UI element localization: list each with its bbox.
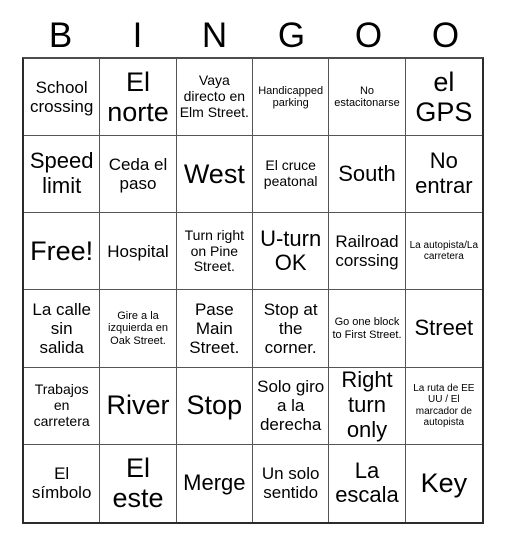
bingo-cell-r1-c2[interactable]: West xyxy=(176,136,253,214)
bingo-cell-r5-c5[interactable]: Key xyxy=(406,445,482,522)
bingo-cell-r1-c4[interactable]: South xyxy=(329,136,406,214)
bingo-cell-r3-c4[interactable]: Go one block to First Street. xyxy=(329,290,406,368)
bingo-cell-r0-c5[interactable]: el GPS xyxy=(405,59,482,137)
bingo-cell-r3-c1[interactable]: Gire a la izquierda en Oak Street. xyxy=(100,290,177,368)
bingo-cell-r1-c5[interactable]: No entrar xyxy=(405,136,482,214)
bingo-header-letter-1: I xyxy=(132,16,143,55)
bingo-cell-r4-c4[interactable]: Right turn only xyxy=(329,367,406,445)
bingo-cell-r3-c0[interactable]: La calle sin salida xyxy=(24,290,101,368)
bingo-cell-r5-c0[interactable]: El símbolo xyxy=(24,444,101,522)
bingo-cell-r2-c3[interactable]: U-turn OK xyxy=(253,213,330,291)
bingo-cell-r5-c2[interactable]: Merge xyxy=(177,444,253,522)
bingo-cell-r0-c0[interactable]: School crossing xyxy=(24,59,101,137)
bingo-cell-r2-c0[interactable]: Free! xyxy=(24,213,101,291)
bingo-cell-r0-c1[interactable]: El norte xyxy=(100,59,177,137)
bingo-cell-r3-c2[interactable]: Pase Main Street. xyxy=(176,290,253,368)
bingo-cell-r1-c0[interactable]: Speed limit xyxy=(24,136,101,214)
bingo-cell-r4-c0[interactable]: Trabajos en carretera xyxy=(24,367,101,445)
bingo-cell-r4-c3[interactable]: Solo giro a la derecha xyxy=(253,367,330,445)
bingo-header-letter-3: G xyxy=(277,16,306,55)
bingo-card: B I N G O O School crossing El norte Vaya … xyxy=(0,0,506,544)
bingo-cell-r5-c3[interactable]: Un solo sentido xyxy=(253,444,330,522)
bingo-header-letter-4: O xyxy=(354,16,383,55)
bingo-cell-r3-c5[interactable]: Street xyxy=(405,290,482,368)
bingo-cell-r2-c5[interactable]: La autopista/La carretera xyxy=(405,213,482,291)
bingo-cell-r1-c3[interactable]: El cruce peatonal xyxy=(253,136,330,214)
bingo-grid: School crossing El norte Vaya directo en E… xyxy=(22,57,484,524)
bingo-cell-r3-c3[interactable]: Stop at the corner. xyxy=(253,290,330,368)
bingo-cell-r2-c2[interactable]: Turn right on Pine Street. xyxy=(176,213,253,291)
bingo-cell-r4-c1[interactable]: River xyxy=(100,367,177,445)
bingo-header-letters: B I N G O O xyxy=(22,14,484,57)
bingo-cell-r2-c4[interactable]: Railroad corssing xyxy=(329,213,406,291)
bingo-cell-r0-c4[interactable]: No estacitonarse xyxy=(329,59,406,137)
bingo-cell-r4-c2[interactable]: Stop xyxy=(176,367,253,445)
bingo-cell-r5-c1[interactable]: El este xyxy=(100,444,177,522)
bingo-cell-r0-c3[interactable]: Handicapped parking xyxy=(253,59,330,137)
bingo-cell-r0-c2[interactable]: Vaya directo en Elm Street. xyxy=(176,59,253,137)
bingo-header-letter-2: N xyxy=(201,16,228,55)
bingo-header-letter-0: B xyxy=(48,16,73,55)
bingo-cell-r1-c1[interactable]: Ceda el paso xyxy=(100,136,177,214)
bingo-cell-r5-c4[interactable]: La escala xyxy=(329,444,406,522)
bingo-header-letter-5: O xyxy=(431,16,460,55)
bingo-cell-r4-c5[interactable]: La ruta de EE UU / El marcador de autopi… xyxy=(405,368,482,445)
bingo-cell-r2-c1[interactable]: Hospital xyxy=(100,213,177,291)
